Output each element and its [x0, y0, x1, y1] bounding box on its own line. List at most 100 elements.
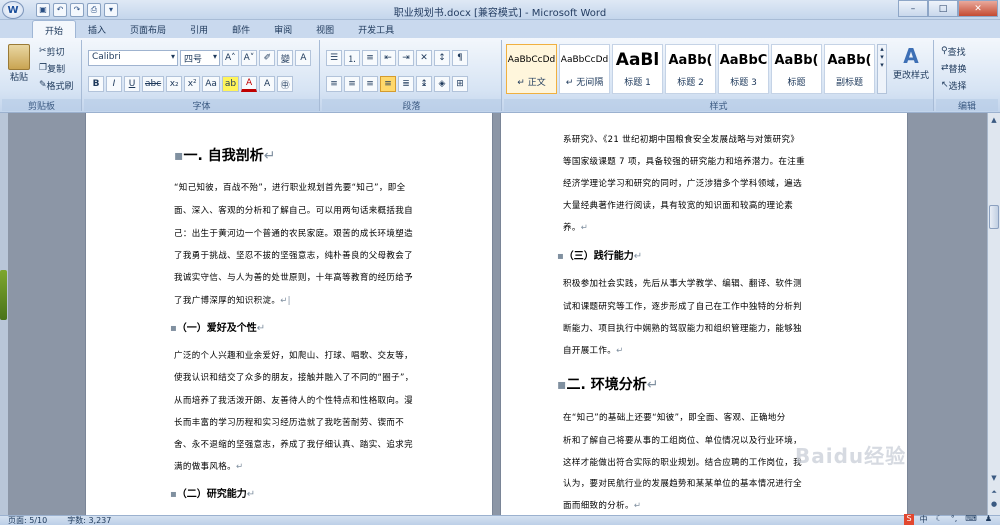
- bullets-icon[interactable]: ☰: [326, 50, 342, 66]
- paste-button[interactable]: 粘贴: [6, 44, 32, 83]
- punct-icon[interactable]: °,: [949, 514, 960, 525]
- keyboard-icon[interactable]: ⌨: [963, 514, 979, 525]
- clipboard-group-label: 剪贴板: [2, 99, 81, 112]
- grow-font-button[interactable]: A˄: [222, 50, 239, 66]
- moon-icon[interactable]: ☾: [934, 514, 945, 525]
- italic-button[interactable]: I: [106, 76, 122, 92]
- browse-object-icon[interactable]: ●: [989, 499, 999, 509]
- paragraph-line: 面、深入、客观的分析和了解自己。可以用两句话来概括我自: [174, 206, 413, 216]
- vertical-scrollbar[interactable]: ▲ ▼ ⏶ ●: [987, 113, 1000, 515]
- change-styles-button[interactable]: A 更改样式: [890, 44, 932, 81]
- page-count[interactable]: 页面: 5/10: [8, 516, 47, 525]
- font-size-combo[interactable]: 四号: [180, 50, 220, 66]
- align-right-icon[interactable]: ≡: [362, 76, 378, 92]
- paragraph-line-with-cursor: 了我广博深厚的知识积淀。↵|: [174, 294, 291, 306]
- ime-icon[interactable]: S: [904, 514, 914, 525]
- prev-page-icon[interactable]: ⏶: [989, 487, 999, 497]
- scroll-thumb[interactable]: [989, 205, 999, 229]
- numbering-icon[interactable]: ⒈: [344, 50, 360, 66]
- copy-button[interactable]: ❐ 复制: [36, 60, 68, 76]
- font-color-button[interactable]: A: [241, 76, 258, 92]
- style-name: 标题 3: [730, 78, 757, 88]
- lang-icon[interactable]: 中: [918, 514, 930, 525]
- decrease-indent-icon[interactable]: ⇤: [380, 50, 396, 66]
- brush-icon: ✎: [39, 80, 47, 90]
- align-center-icon[interactable]: ≡: [344, 76, 360, 92]
- replace-button[interactable]: ⇄ 替换: [938, 60, 970, 76]
- styles-scroll[interactable]: ▴ ▾ ▾: [877, 44, 887, 94]
- subscript-button[interactable]: x₂: [166, 76, 183, 92]
- style-subtitle[interactable]: AaBb(副标题: [824, 44, 875, 94]
- char-border-icon[interactable]: A: [295, 50, 312, 66]
- enclose-char-icon[interactable]: ㊥: [277, 76, 294, 92]
- style-no-spacing[interactable]: AaBbCcDd ↵ 无间隔: [559, 44, 610, 94]
- user-icon[interactable]: ♟: [983, 514, 994, 525]
- superscript-button[interactable]: x²: [184, 76, 201, 92]
- sort-icon[interactable]: ↕: [434, 50, 450, 66]
- format-painter-button[interactable]: ✎ 格式刷: [36, 77, 77, 93]
- style-heading-1[interactable]: AaBl 标题 1: [612, 44, 663, 94]
- bold-button[interactable]: B: [88, 76, 104, 92]
- clipboard-icon: [8, 44, 30, 70]
- tab-insert[interactable]: 插入: [76, 20, 118, 38]
- select-button[interactable]: ↖ 选择: [938, 77, 970, 93]
- tab-mailings[interactable]: 邮件: [220, 20, 262, 38]
- heading-practice: ▪（三）践行能力↵: [557, 251, 643, 262]
- font-group-label: 字体: [84, 99, 319, 112]
- justify-icon[interactable]: ≡: [380, 76, 396, 92]
- strikethrough-button[interactable]: abc: [142, 76, 165, 92]
- borders-icon[interactable]: ⊞: [452, 76, 468, 92]
- change-case-button[interactable]: Aa: [202, 76, 220, 92]
- show-marks-icon[interactable]: ¶: [452, 50, 468, 66]
- heading-hobbies: ▪（一）爱好及个性↵: [170, 323, 266, 334]
- paragraph-line: 了我勇于挑战、坚忍不拔的坚强意志，纯朴善良的父母教会了: [174, 251, 413, 261]
- paragraph-line: 长而丰富的学习历程和实习经历造就了我吃苦耐劳、锲而不: [174, 418, 405, 428]
- word-count[interactable]: 字数: 3,237: [67, 516, 111, 525]
- style-name: 标题 1: [624, 78, 651, 88]
- style-name: ↵ 正文: [517, 78, 546, 88]
- font-name-combo[interactable]: Calibri: [88, 50, 178, 66]
- tab-page-layout[interactable]: 页面布局: [118, 20, 178, 38]
- clipboard-group: 粘贴 ✂ 剪切 ❐ 复制 ✎ 格式刷 剪贴板: [2, 40, 82, 112]
- cursor-icon: ↖: [941, 80, 949, 90]
- paragraph-line: 满的做事风格。↵: [174, 462, 244, 472]
- find-button[interactable]: ⚲ 查找: [938, 43, 969, 59]
- ribbon-tabs: 开始 插入 页面布局 引用 邮件 审阅 视图 开发工具: [0, 20, 1000, 38]
- style-heading-2[interactable]: AaBb(标题 2: [665, 44, 716, 94]
- style-sample: AaBbCcDd: [507, 55, 556, 65]
- underline-button[interactable]: U: [124, 76, 140, 92]
- chinese-layout-icon[interactable]: ✕: [416, 50, 432, 66]
- minimize-button[interactable]: –: [898, 0, 928, 17]
- multilevel-list-icon[interactable]: ≡: [362, 50, 378, 66]
- paragraph-line: 析和了解自己将要从事的工组岗位、单位情况以及行业环境，: [563, 436, 802, 446]
- style-title[interactable]: AaBb(标题: [771, 44, 822, 94]
- close-button[interactable]: ✕: [958, 0, 998, 17]
- line-spacing-icon[interactable]: ↨: [416, 76, 432, 92]
- increase-indent-icon[interactable]: ⇥: [398, 50, 414, 66]
- tab-references[interactable]: 引用: [178, 20, 220, 38]
- shrink-font-button[interactable]: A˅: [240, 50, 258, 66]
- style-normal[interactable]: AaBbCcDd ↵ 正文: [506, 44, 557, 94]
- tab-home[interactable]: 开始: [32, 20, 77, 38]
- cut-button[interactable]: ✂ 剪切: [36, 43, 68, 59]
- maximize-button[interactable]: □: [928, 0, 958, 17]
- phonetic-icon[interactable]: 變: [277, 50, 294, 66]
- style-sample: AaBl: [615, 50, 660, 70]
- scroll-down-icon[interactable]: ▼: [989, 473, 999, 483]
- paragraph-line: “知己知彼，百战不殆”，进行职业规划首先要“知己”，即全: [174, 183, 406, 193]
- paragraph-group-label: 段落: [322, 99, 501, 112]
- distributed-icon[interactable]: ≣: [398, 76, 414, 92]
- document-page-left[interactable]: ▪一. 自我剖析↵ “知己知彼，百战不殆”，进行职业规划首先要“知己”，即全 面…: [85, 113, 493, 525]
- clear-format-icon[interactable]: ✐: [259, 50, 276, 66]
- char-shading-icon[interactable]: A: [259, 76, 276, 92]
- heading-self-analysis: ▪一. 自我剖析↵: [174, 148, 276, 164]
- scroll-up-icon[interactable]: ▲: [989, 115, 999, 125]
- align-left-icon[interactable]: ≡: [326, 76, 342, 92]
- tab-review[interactable]: 审阅: [262, 20, 304, 38]
- tab-view[interactable]: 视图: [304, 20, 346, 38]
- tab-developer[interactable]: 开发工具: [346, 20, 406, 38]
- highlight-button[interactable]: ab: [221, 76, 240, 92]
- style-heading-3[interactable]: AaBbC 标题 3: [718, 44, 769, 94]
- cut-label: 剪切: [46, 47, 65, 58]
- shading-icon[interactable]: ◈: [434, 76, 450, 92]
